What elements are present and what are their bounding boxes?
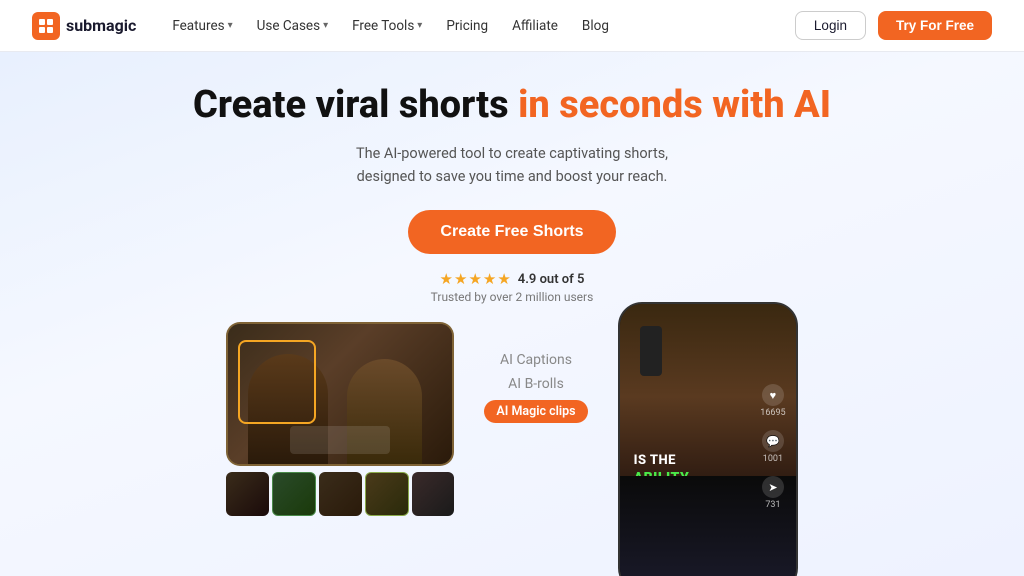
comment-icon-group: 💬 1001 — [762, 430, 784, 464]
comment-icon: 💬 — [762, 430, 784, 452]
media-section: AI Captions AI B-rolls AI Magic clips IS… — [226, 322, 797, 576]
brand-name: submagic — [66, 16, 136, 35]
selection-box-overlay — [238, 340, 316, 424]
hero-headline: Create viral shorts in seconds with AI — [193, 84, 831, 128]
navbar: submagic Features ▾ Use Cases ▾ Free Too… — [0, 0, 1024, 52]
login-button[interactable]: Login — [795, 11, 866, 40]
phone-side-icons: ♥ 16695 💬 1001 ➤ 731 — [760, 384, 785, 510]
try-free-button[interactable]: Try For Free — [878, 11, 992, 40]
chevron-down-icon: ▾ — [228, 20, 233, 31]
thumbnail-4[interactable] — [365, 472, 409, 516]
nav-actions: Login Try For Free — [795, 11, 992, 40]
logo-icon — [32, 12, 60, 40]
hero-text-block: Create viral shorts in seconds with AI T… — [193, 84, 831, 304]
thumbnail-3[interactable] — [319, 472, 361, 516]
like-count: 16695 — [760, 408, 785, 418]
chevron-down-icon: ▾ — [417, 20, 422, 31]
thumbnail-2[interactable] — [272, 472, 316, 516]
nav-links: Features ▾ Use Cases ▾ Free Tools ▾ Pric… — [172, 18, 795, 34]
share-icon: ➤ — [762, 476, 784, 498]
share-count: 731 — [765, 500, 780, 510]
nav-free-tools[interactable]: Free Tools ▾ — [352, 18, 422, 34]
nav-blog[interactable]: Blog — [582, 18, 609, 34]
left-panel — [226, 322, 454, 516]
ai-captions-label: AI Captions — [484, 352, 587, 368]
microphone-icon — [640, 326, 662, 376]
logo-svg — [37, 17, 55, 35]
like-icon-group: ♥ 16695 — [760, 384, 785, 418]
video-inner — [228, 324, 452, 464]
rating-row: ★★★★★ 4.9 out of 5 — [193, 270, 831, 288]
video-thumbnails — [226, 472, 454, 516]
nav-features[interactable]: Features ▾ — [172, 18, 232, 34]
nav-use-cases[interactable]: Use Cases ▾ — [257, 18, 328, 34]
share-icon-group: ➤ 731 — [762, 476, 784, 510]
ai-magic-clips-badge[interactable]: AI Magic clips — [484, 400, 587, 423]
phone-video: IS THE ABILITY ♥ 16695 💬 1001 ➤ 731 — [620, 304, 796, 576]
phone-mockup: IS THE ABILITY ♥ 16695 💬 1001 ➤ 731 — [618, 302, 798, 576]
hero-section: Create viral shorts in seconds with AI T… — [0, 52, 1024, 576]
nav-pricing[interactable]: Pricing — [446, 18, 488, 34]
star-icons: ★★★★★ — [440, 270, 512, 288]
thumbnail-5[interactable] — [412, 472, 454, 516]
thumbnail-1[interactable] — [226, 472, 268, 516]
heart-icon: ♥ — [762, 384, 784, 406]
trusted-text: Trusted by over 2 million users — [193, 290, 831, 304]
comment-count: 1001 — [763, 454, 783, 464]
main-video-preview — [226, 322, 454, 466]
cta-button[interactable]: Create Free Shorts — [408, 210, 615, 254]
caption-line1: IS THE — [634, 453, 676, 468]
table-prop — [290, 426, 390, 454]
logo[interactable]: submagic — [32, 12, 136, 40]
nav-affiliate[interactable]: Affiliate — [512, 18, 558, 34]
ai-brolls-label: AI B-rolls — [484, 376, 587, 392]
feature-labels: AI Captions AI B-rolls AI Magic clips — [484, 322, 587, 423]
hero-subtext: The AI-powered tool to create captivatin… — [193, 142, 831, 188]
chevron-down-icon: ▾ — [323, 20, 328, 31]
rating-value: 4.9 out of 5 — [518, 272, 585, 287]
